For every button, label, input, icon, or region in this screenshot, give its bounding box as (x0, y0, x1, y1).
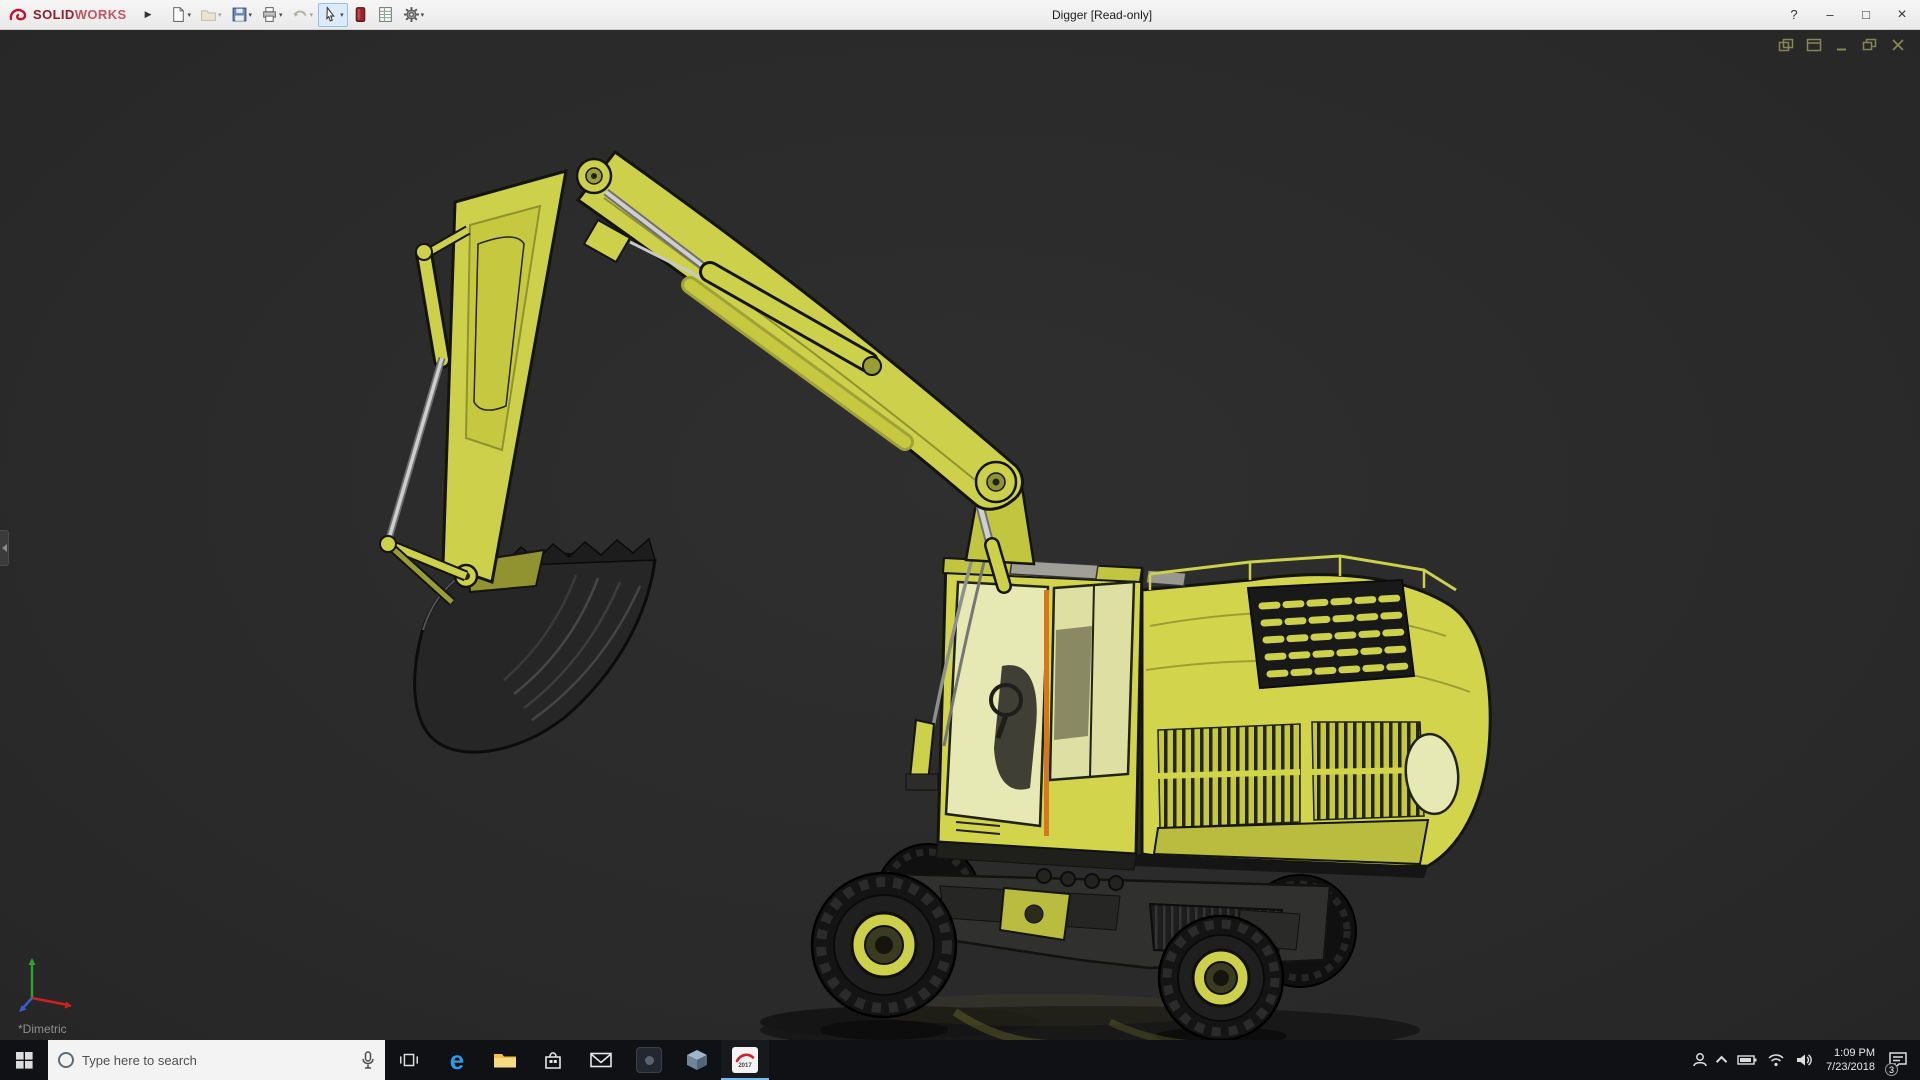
save-button[interactable]: ▾ (227, 3, 257, 27)
taskbar-search[interactable] (48, 1040, 385, 1080)
app-button-mail[interactable] (577, 1040, 625, 1080)
chevron-down-icon[interactable]: ▾ (218, 11, 222, 19)
file-properties-button[interactable] (373, 3, 398, 27)
model-cab (935, 556, 1144, 871)
app-button-dark-app[interactable] (625, 1040, 673, 1080)
undo-button[interactable]: ▾ (288, 3, 318, 27)
undo-icon (293, 10, 306, 17)
cortana-icon (58, 1052, 74, 1068)
view-orientation-label: *Dimetric (18, 1022, 67, 1036)
properties-sheet-icon (378, 7, 392, 22)
window-close-icon[interactable] (1890, 38, 1906, 52)
notification-badge: 3 (1885, 1063, 1898, 1076)
battery-icon (1737, 1055, 1757, 1065)
document-window-controls (1778, 38, 1906, 52)
help-button[interactable]: ? (1776, 0, 1812, 30)
ds-swoosh-icon (9, 8, 27, 20)
menu-flyout-arrow[interactable]: ▶ (137, 9, 160, 20)
app-button-file-explorer[interactable] (481, 1040, 529, 1080)
dark-app-icon (636, 1047, 662, 1073)
select-cursor-icon (326, 6, 335, 22)
chevron-up-icon (1715, 1055, 1728, 1068)
titlebar: SOLIDWORKS ▶ ▾ ▾ ▾ ▾ ▾ ▾ ▾ Digger [Read-… (0, 0, 1920, 30)
print-button[interactable]: ▾ (257, 3, 287, 27)
model-front-wheel (810, 871, 958, 1019)
people-button[interactable] (1686, 1040, 1714, 1080)
brand-works: WORKS (74, 7, 127, 22)
options-button[interactable]: ▾ (399, 3, 429, 27)
maximize-button[interactable]: □ (1848, 0, 1884, 30)
cube-icon (687, 1050, 707, 1070)
battery-button[interactable] (1732, 1040, 1762, 1080)
window-minimize-icon[interactable] (1834, 38, 1850, 52)
chevron-down-icon[interactable]: ▾ (188, 11, 192, 19)
file-explorer-icon (494, 1054, 516, 1068)
close-button[interactable]: × (1884, 0, 1920, 30)
action-center-button[interactable]: 3 (1883, 1040, 1913, 1080)
chevron-down-icon[interactable]: ▾ (421, 11, 425, 19)
app-button-cube-app[interactable] (673, 1040, 721, 1080)
xpress-cube-icon (355, 7, 365, 22)
store-bag-icon (545, 1052, 561, 1069)
quick-access-toolbar: ▾ ▾ ▾ ▾ ▾ ▾ ▾ (166, 2, 429, 27)
model-rear-wheel (1157, 914, 1285, 1040)
app-button-edge[interactable]: e (433, 1040, 481, 1080)
minimize-button[interactable]: – (1812, 0, 1848, 30)
network-button[interactable] (1762, 1040, 1790, 1080)
search-input[interactable] (82, 1052, 353, 1068)
wifi-icon (1768, 1054, 1784, 1067)
new-document-button[interactable]: ▾ (166, 3, 196, 27)
clock-time: 1:09 PM (1834, 1047, 1875, 1059)
lens-icon (644, 1055, 654, 1065)
window-restore-icon[interactable] (1862, 38, 1878, 52)
orientation-triad (19, 958, 72, 1012)
solidworks-app-icon: 2017 (732, 1047, 758, 1073)
mail-envelope-icon (590, 1052, 612, 1068)
select-tool-button[interactable]: ▾ (318, 2, 348, 27)
window-tile-icon[interactable] (1806, 38, 1822, 52)
solidworks-swoosh-icon (735, 1053, 755, 1062)
brand-solid: SOLID (33, 7, 75, 22)
document-title: Digger [Read-only] (1052, 7, 1153, 22)
graphics-viewport[interactable]: *Dimetric (0, 30, 1920, 1040)
open-folder-icon (201, 10, 216, 21)
solidworks-logo: SOLIDWORKS (0, 6, 137, 24)
speaker-icon (1797, 1054, 1812, 1066)
chevron-down-icon[interactable]: ▾ (310, 11, 314, 19)
open-button[interactable]: ▾ (196, 3, 226, 27)
taskbar-clock[interactable]: 1:09 PM 7/23/2018 (1818, 1040, 1883, 1080)
taskbar: e 2017 (0, 1040, 1920, 1080)
task-view-button[interactable] (385, 1040, 433, 1080)
app-button-solidworks[interactable]: 2017 (721, 1040, 769, 1080)
solidworks-version-label: 2017 (738, 1062, 752, 1069)
print-icon (263, 7, 276, 22)
people-icon (1693, 1053, 1707, 1067)
xpress-products-button[interactable] (349, 3, 372, 27)
chevron-down-icon[interactable]: ▾ (340, 11, 344, 19)
task-view-icon (400, 1053, 418, 1067)
feature-pane-collapse-tab[interactable] (0, 530, 9, 566)
excavator-model[interactable] (0, 30, 1920, 1040)
chevron-down-icon[interactable]: ▾ (279, 11, 283, 19)
gear-icon (403, 7, 419, 22)
volume-button[interactable] (1790, 1040, 1818, 1080)
app-button-store[interactable] (529, 1040, 577, 1080)
window-controls: ? – □ × (1776, 0, 1920, 30)
edge-icon: e (449, 1045, 465, 1075)
brand-text: SOLIDWORKS (33, 7, 127, 22)
chevron-left-icon (1, 544, 7, 552)
save-icon (232, 7, 246, 22)
microphone-icon[interactable] (361, 1051, 375, 1069)
window-cascade-icon[interactable] (1778, 38, 1794, 52)
start-button[interactable] (0, 1040, 48, 1080)
new-document-icon (172, 7, 184, 22)
tray-overflow-button[interactable] (1714, 1040, 1732, 1080)
windows-logo-icon (15, 1051, 33, 1069)
clock-date: 7/23/2018 (1826, 1061, 1875, 1073)
chevron-down-icon[interactable]: ▾ (249, 11, 253, 19)
system-tray: 1:09 PM 7/23/2018 3 (1686, 1040, 1920, 1080)
